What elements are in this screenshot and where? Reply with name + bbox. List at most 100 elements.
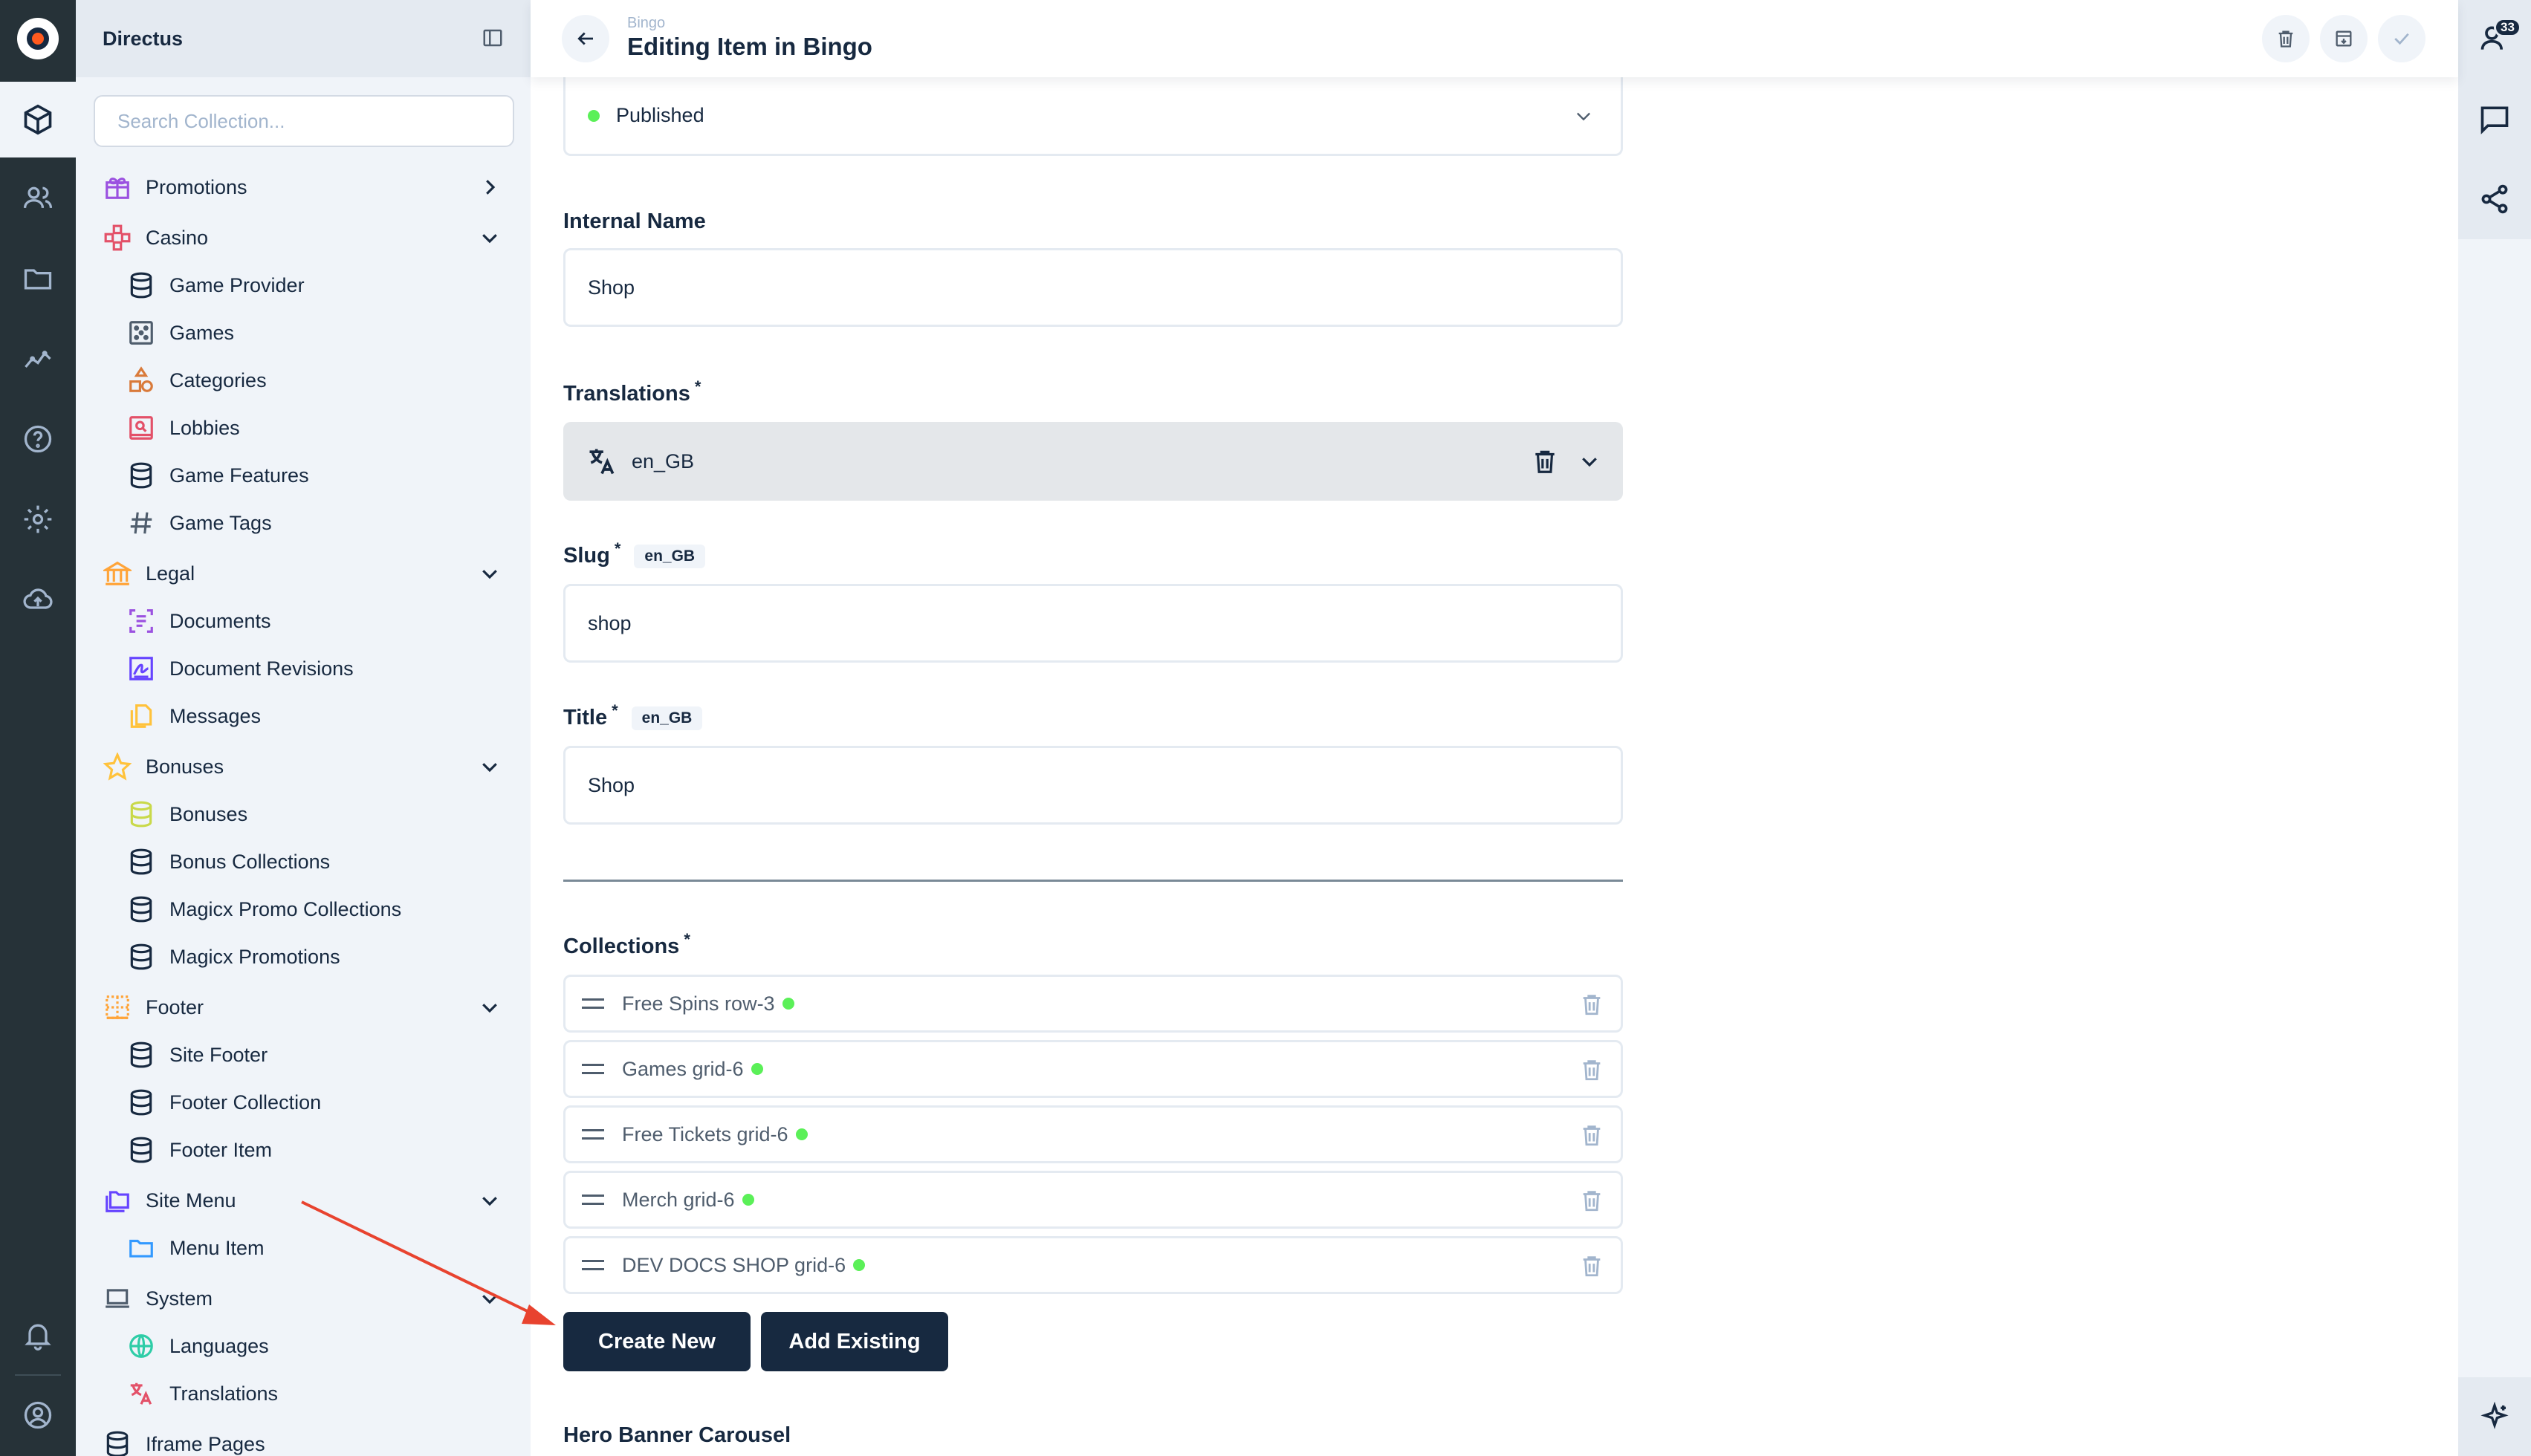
nav-item-label: Lobbies — [169, 416, 240, 439]
nav-item-lobbies[interactable]: Lobbies — [126, 406, 240, 450]
nav-item-game-provider[interactable]: Game Provider — [126, 263, 305, 308]
notifications-button[interactable] — [0, 1297, 76, 1373]
chevron-right-icon[interactable] — [479, 176, 501, 198]
nav-group-promotions[interactable]: Promotions — [103, 165, 247, 209]
collection-row[interactable]: DEV DOCS SHOP grid-6 — [563, 1236, 1623, 1294]
breadcrumb[interactable]: Bingo — [627, 15, 665, 32]
archive-button[interactable] — [2320, 15, 2368, 62]
chevron-down-icon[interactable] — [1578, 450, 1601, 472]
nav-item-documents[interactable]: Documents — [126, 599, 271, 643]
nav-item-label: Magicx Promo Collections — [169, 897, 402, 920]
nav-item-label: Games — [169, 321, 235, 344]
star-icon — [103, 753, 132, 781]
drag-handle-icon[interactable] — [582, 1064, 604, 1074]
nav-item-bonuses[interactable]: Bonuses — [126, 792, 247, 836]
collection-row[interactable]: Games grid-6 — [563, 1040, 1623, 1098]
directus-logo[interactable] — [6, 4, 70, 73]
trash-icon[interactable] — [1579, 1122, 1604, 1148]
nav-item-categories[interactable]: Categories — [126, 358, 267, 403]
user-avatar-button[interactable] — [0, 1377, 76, 1453]
nav-item-footer-item[interactable]: Footer Item — [126, 1128, 272, 1172]
translations-label: Translations * — [563, 377, 701, 406]
nav-item-footer-collection[interactable]: Footer Collection — [126, 1080, 321, 1125]
cube-icon — [24, 104, 52, 135]
language-chip: en_GB — [631, 706, 703, 730]
settings-module-button[interactable] — [0, 481, 76, 557]
chevron-down-icon[interactable] — [479, 227, 501, 249]
chevron-down-icon[interactable] — [479, 1287, 501, 1310]
slug-label: Slug * en_GB — [563, 539, 706, 568]
revisions-button[interactable]: 33 — [2458, 0, 2531, 77]
save-button[interactable] — [2378, 15, 2425, 62]
nav-item-document-revisions[interactable]: Document Revisions — [126, 646, 354, 691]
nav-item-languages[interactable]: Languages — [126, 1324, 269, 1368]
nav-group-footer[interactable]: Footer — [103, 985, 204, 1030]
back-button[interactable] — [562, 15, 609, 62]
title-input[interactable]: Shop — [563, 746, 1623, 825]
nav-group-label: Promotions — [146, 175, 247, 198]
deploy-module-button[interactable] — [0, 562, 76, 637]
search-collection-input[interactable] — [94, 95, 514, 147]
nav-group-site-menu[interactable]: Site Menu — [103, 1178, 236, 1223]
nav-item-site-footer[interactable]: Site Footer — [126, 1033, 268, 1077]
nav-group-casino[interactable]: Casino — [103, 215, 208, 260]
chevron-down-icon[interactable] — [479, 755, 501, 778]
delete-button[interactable] — [2262, 15, 2310, 62]
internal-name-input[interactable]: Shop — [563, 248, 1623, 327]
share-button[interactable] — [2458, 160, 2531, 238]
trash-icon[interactable] — [1531, 447, 1559, 475]
files-module-button[interactable] — [0, 241, 76, 316]
content-module-button[interactable] — [0, 82, 76, 157]
trash-icon[interactable] — [1579, 1253, 1604, 1278]
chevron-down-icon[interactable] — [479, 1189, 501, 1212]
chevron-down-icon[interactable] — [479, 996, 501, 1018]
drag-handle-icon[interactable] — [582, 1260, 604, 1270]
nav-item-label: Footer Collection — [169, 1091, 322, 1114]
insights-module-button[interactable] — [0, 321, 76, 397]
nav-group-iframe-pages[interactable]: Iframe Pages — [103, 1422, 265, 1456]
status-dot — [588, 109, 600, 122]
nav-item-messages[interactable]: Messages — [126, 694, 261, 738]
users-module-button[interactable] — [0, 160, 76, 236]
translations-label-text: Translations — [563, 382, 690, 406]
nav-item-games[interactable]: Games — [126, 311, 234, 355]
collection-row[interactable]: Free Spins row-3 — [563, 975, 1623, 1033]
drag-handle-icon[interactable] — [582, 1195, 604, 1205]
nav-group-system[interactable]: System — [103, 1276, 213, 1321]
nav-group-legal[interactable]: Legal — [103, 551, 195, 596]
nav-group-label: Casino — [146, 226, 209, 249]
collections-label-text: Collections — [563, 935, 680, 958]
database-icon — [130, 272, 152, 299]
translation-item-en-gb[interactable]: en_GB — [563, 422, 1623, 501]
trash-icon[interactable] — [1579, 1057, 1604, 1082]
nav-item-translations[interactable]: Translations — [126, 1371, 278, 1416]
comments-button[interactable] — [2458, 80, 2531, 157]
nav-item-magicx-promo-collections[interactable]: Magicx Promo Collections — [126, 887, 401, 932]
translate-icon — [589, 449, 615, 475]
nav-item-game-features[interactable]: Game Features — [126, 453, 309, 498]
sidebar-toggle-icon[interactable] — [482, 27, 504, 49]
nav-item-menu-item[interactable]: Menu Item — [126, 1226, 265, 1270]
trash-icon[interactable] — [1579, 992, 1604, 1017]
collection-row-label: Merch grid-6 — [622, 1188, 735, 1211]
trash-icon[interactable] — [1579, 1188, 1604, 1213]
ai-assistant-button[interactable] — [2458, 1377, 2531, 1456]
drag-handle-icon[interactable] — [582, 1129, 604, 1140]
nav-group-bonuses[interactable]: Bonuses — [103, 744, 224, 789]
nav-group-label: Legal — [146, 562, 195, 585]
add-existing-button[interactable]: Add Existing — [761, 1312, 948, 1371]
nav-item-label: Documents — [169, 609, 271, 632]
status-select[interactable]: Published — [563, 77, 1623, 156]
required-marker: * — [614, 539, 621, 558]
collection-row[interactable]: Merch grid-6 — [563, 1171, 1623, 1229]
nav-item-bonus-collections[interactable]: Bonus Collections — [126, 839, 330, 884]
nav-item-magicx-promotions[interactable]: Magicx Promotions — [126, 935, 340, 979]
create-new-button[interactable]: Create New — [563, 1312, 751, 1371]
drag-handle-icon[interactable] — [582, 998, 604, 1009]
document-scan-icon — [129, 609, 153, 633]
collection-row[interactable]: Free Tickets grid-6 — [563, 1105, 1623, 1163]
nav-item-game-tags[interactable]: Game Tags — [126, 501, 272, 545]
help-module-button[interactable] — [0, 401, 76, 477]
slug-input[interactable]: shop — [563, 584, 1623, 663]
chevron-down-icon[interactable] — [479, 562, 501, 585]
